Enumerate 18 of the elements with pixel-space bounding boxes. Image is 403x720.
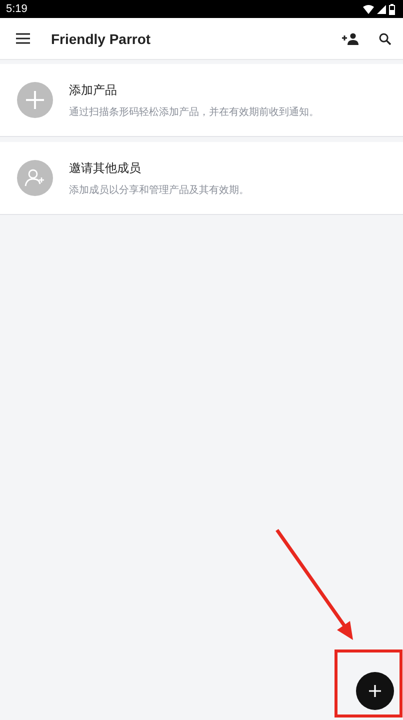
app-title: Friendly Parrot bbox=[51, 30, 152, 46]
battery-icon bbox=[389, 4, 395, 14]
highlight-frame bbox=[334, 650, 402, 718]
card-title: 添加产品 bbox=[69, 82, 118, 98]
add-person-icon bbox=[17, 160, 53, 196]
card-background[interactable]: 添加产品 通过扫描条形码轻松添加产品，并在有效期前收到通知。 bbox=[0, 64, 403, 137]
card-subtitle: 通过扫描条形码轻松添加产品，并在有效期前收到通知。 bbox=[69, 106, 319, 118]
plus-icon bbox=[17, 82, 53, 118]
card-subtitle: 添加成员以分享和管理产品及其有效期。 bbox=[69, 184, 249, 196]
menu-icon[interactable] bbox=[16, 33, 30, 44]
add-button[interactable] bbox=[356, 672, 394, 710]
status-time: 5:19 bbox=[6, 3, 28, 15]
add-person-icon[interactable] bbox=[342, 32, 359, 44]
card-background[interactable]: 邀请其他成员 添加成员以分享和管理产品及其有效期。 bbox=[0, 142, 403, 215]
card-title: 邀请其他成员 bbox=[69, 160, 142, 176]
signal-icon bbox=[377, 4, 386, 14]
search-icon[interactable] bbox=[379, 32, 391, 44]
wifi-icon bbox=[363, 4, 374, 14]
